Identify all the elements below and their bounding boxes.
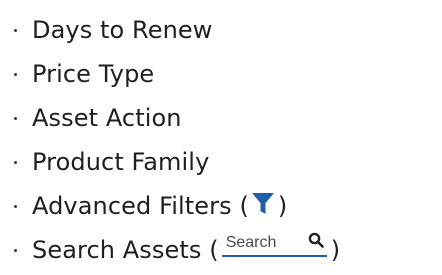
list-item-advanced-filters: Advanced Filters ( ) — [0, 189, 287, 223]
closing-paren: ) — [330, 236, 341, 264]
list-item-label: Product Family — [32, 148, 210, 176]
filter-funnel-icon[interactable] — [251, 191, 275, 217]
list-item-days-to-renew: Days to Renew — [0, 13, 213, 47]
bullet — [14, 248, 17, 252]
list-item-label: Price Type — [32, 60, 155, 88]
list-item-asset-action: Asset Action — [0, 101, 182, 135]
list-item-product-family: Product Family — [0, 145, 209, 179]
list-item-search-assets: Search Assets ( ) — [0, 231, 341, 267]
list-item-label: Asset Action — [32, 104, 182, 132]
closing-paren: ) — [277, 192, 288, 220]
search-field — [221, 231, 327, 257]
search-input[interactable] — [221, 232, 306, 255]
bullet — [14, 72, 17, 76]
bullet — [14, 204, 17, 208]
bullet — [14, 28, 17, 32]
bullet — [14, 160, 17, 164]
list-item-label: Advanced Filters ( — [32, 192, 249, 220]
bullet — [14, 116, 17, 120]
search-icon[interactable] — [308, 232, 324, 248]
list-item-label: Search Assets ( — [32, 236, 219, 264]
list-item-label: Days to Renew — [32, 16, 213, 44]
list-item-price-type: Price Type — [0, 57, 154, 91]
